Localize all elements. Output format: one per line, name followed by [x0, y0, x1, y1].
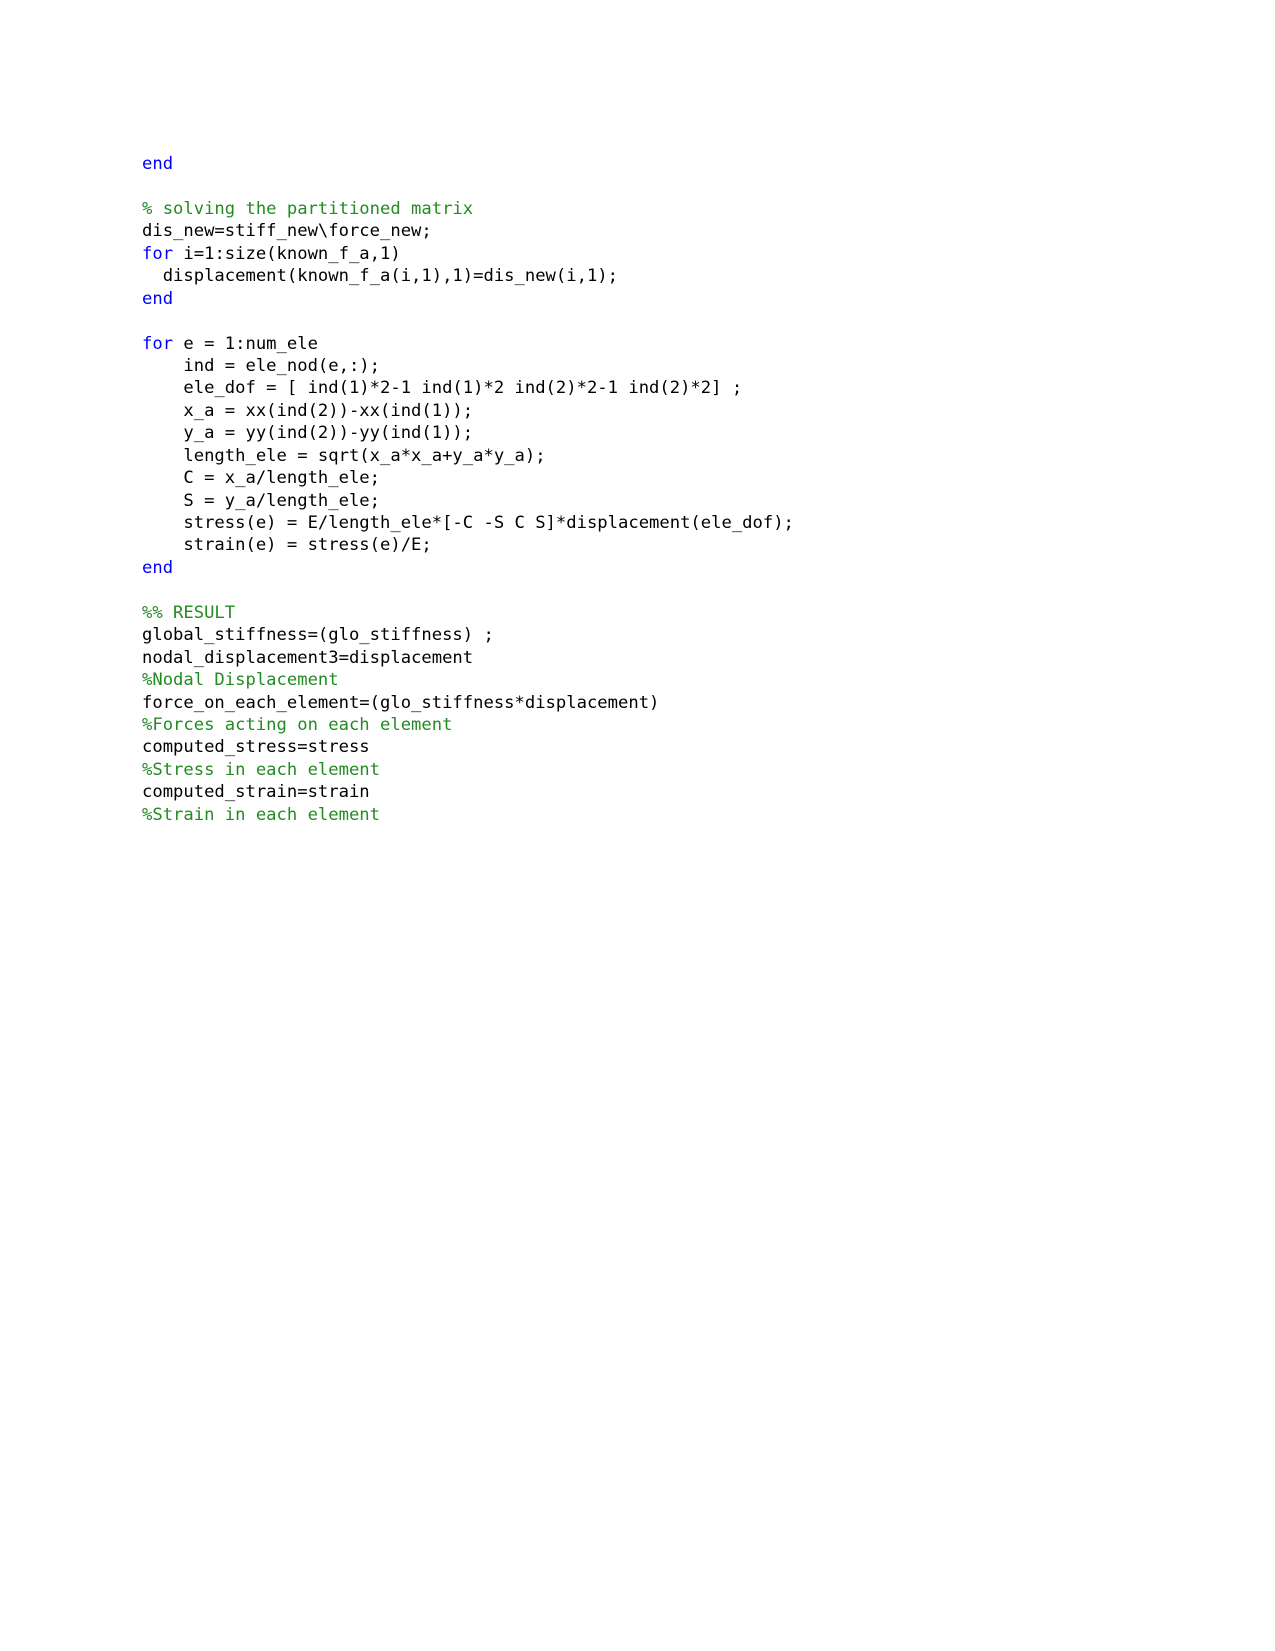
code-line: displacement(known_f_a(i,1),1)=dis_new(i…	[142, 266, 618, 287]
code-line: % solving the partitioned matrix	[142, 198, 474, 219]
code-line: end	[142, 557, 174, 578]
code-line: end	[142, 154, 174, 174]
code-line: strain(e) = stress(e)/E;	[142, 535, 432, 556]
code-line: computed_strain=strain	[142, 782, 370, 803]
code-line: ele_dof = [ ind(1)*2-1 ind(1)*2 ind(2)*2…	[142, 378, 743, 399]
code-keyword: for	[142, 243, 174, 264]
code-line: %Strain in each element	[142, 804, 380, 825]
code-line: nodal_displacement3=displacement	[142, 647, 474, 668]
code-text: e = 1:num_ele	[173, 333, 318, 354]
code-line: length_ele = sqrt(x_a*x_a+y_a*y_a);	[142, 445, 546, 466]
code-line: %Stress in each element	[142, 759, 380, 780]
code-listing[interactable]: end % solving the partitioned matrix dis_…	[142, 153, 1142, 826]
code-line: y_a = yy(ind(2))-yy(ind(1));	[142, 423, 474, 444]
code-text: i=1:size(known_f_a,1)	[173, 243, 401, 264]
code-keyword: for	[142, 333, 174, 354]
code-line: %% RESULT	[142, 602, 236, 623]
code-line: x_a = xx(ind(2))-xx(ind(1));	[142, 400, 474, 421]
code-line: %Forces acting on each element	[142, 714, 453, 735]
code-line: end	[142, 288, 174, 309]
code-line: dis_new=stiff_new\force_new;	[142, 221, 432, 242]
code-line: for e = 1:num_ele	[142, 333, 1142, 355]
code-line: C = x_a/length_ele;	[142, 468, 380, 489]
code-line: global_stiffness=(glo_stiffness) ;	[142, 625, 494, 646]
code-line: S = y_a/length_ele;	[142, 490, 380, 511]
code-line: force_on_each_element=(glo_stiffness*dis…	[142, 692, 660, 713]
document-page: end % solving the partitioned matrix dis_…	[0, 0, 1275, 1651]
code-line: computed_stress=stress	[142, 737, 370, 758]
code-line: ind = ele_nod(e,:);	[142, 355, 380, 376]
code-line: stress(e) = E/length_ele*[-C -S C S]*dis…	[142, 513, 794, 533]
code-line: for i=1:size(known_f_a,1)	[142, 243, 1142, 265]
code-line: %Nodal Displacement	[142, 670, 339, 691]
